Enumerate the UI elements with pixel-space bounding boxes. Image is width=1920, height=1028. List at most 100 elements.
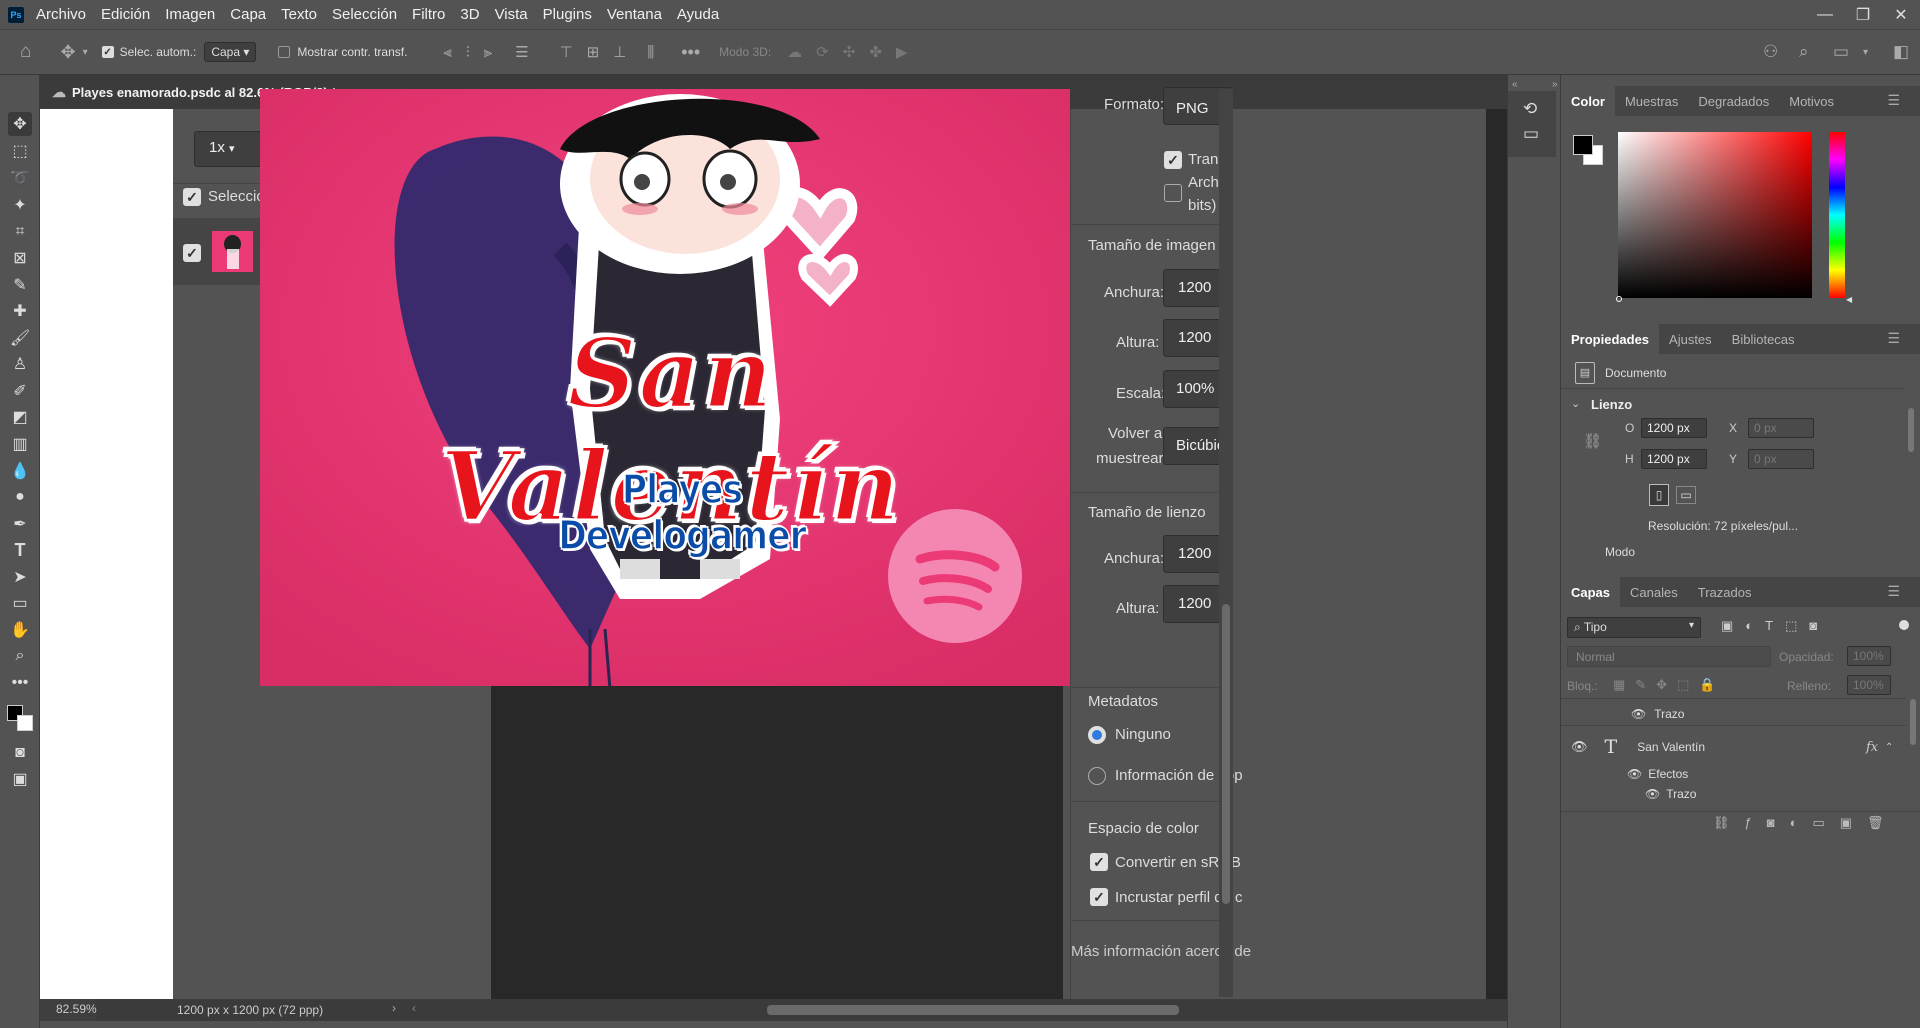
more-tools-icon[interactable]: •••: [8, 671, 32, 695]
convert-srgb-checkbox[interactable]: ✓: [1090, 853, 1108, 871]
comments-icon[interactable]: ▭: [1523, 124, 1539, 144]
status-chevron-icon[interactable]: ›: [392, 1001, 396, 1015]
landscape-orientation-icon[interactable]: ▭: [1676, 486, 1696, 504]
menu-3d[interactable]: 3D: [460, 6, 479, 23]
export-settings-scrollbar[interactable]: [1219, 89, 1233, 997]
chevron-up-icon[interactable]: ⌃: [1885, 742, 1893, 753]
hand-tool-icon[interactable]: ✋: [8, 618, 32, 642]
eraser-tool-icon[interactable]: ◩: [8, 405, 32, 429]
show-transform-checkbox[interactable]: [278, 46, 291, 58]
menu-vista[interactable]: Vista: [495, 6, 528, 23]
effects-fx-icon[interactable]: fx: [1866, 740, 1878, 755]
path-selection-tool-icon[interactable]: ➤: [8, 565, 32, 589]
collapse-panel-icon[interactable]: «: [1512, 79, 1518, 90]
select-all-checkbox[interactable]: ✓: [183, 188, 201, 206]
menu-capa[interactable]: Capa: [230, 6, 266, 23]
layer-row[interactable]: 👁 Trazo: [1561, 707, 1906, 721]
x-field[interactable]: 0 px: [1748, 418, 1814, 438]
portrait-orientation-icon[interactable]: ▯: [1649, 484, 1669, 506]
history-icon[interactable]: ⟲: [1523, 99, 1537, 119]
layer-row[interactable]: 👁 Trazo: [1561, 787, 1906, 801]
panel-menu-icon[interactable]: ☰: [1877, 92, 1910, 109]
smaller-file-checkbox[interactable]: [1164, 184, 1182, 202]
canvas-height-field[interactable]: 1200 px: [1641, 449, 1707, 469]
color-picker-field[interactable]: [1618, 132, 1812, 298]
filter-toggle-icon[interactable]: [1899, 620, 1909, 630]
history-brush-tool-icon[interactable]: ✐: [8, 379, 32, 403]
asset-checkbox[interactable]: ✓: [183, 244, 201, 262]
move-tool-icon[interactable]: ✥: [8, 112, 32, 136]
search-icon[interactable]: ⌕: [1799, 42, 1809, 62]
tab-capas[interactable]: Capas: [1561, 577, 1621, 607]
move-tool-icon[interactable]: ✥: [60, 42, 75, 63]
opacity-field[interactable]: 100%: [1847, 646, 1891, 666]
expand-panel-icon[interactable]: »: [1552, 79, 1558, 90]
layers-footer-icons[interactable]: ⛓ƒ◙◐▭▣🗑: [1561, 811, 1920, 837]
align-top-icon[interactable]: ⊤: [560, 43, 573, 61]
slide-3d-icon[interactable]: ✤: [869, 43, 882, 61]
asset-row[interactable]: ✓: [173, 218, 260, 285]
layer-filter-dropdown[interactable]: ⌕ Tipo ▾: [1567, 617, 1701, 638]
dodge-tool-icon[interactable]: ●: [8, 485, 32, 509]
link-icon[interactable]: ⛓: [1583, 432, 1602, 450]
panel-menu-icon[interactable]: ☰: [1877, 583, 1910, 600]
orbit-3d-icon[interactable]: ☁: [787, 43, 802, 61]
workspace-icon[interactable]: ▭: [1833, 42, 1849, 62]
chevron-down-icon[interactable]: ▾: [83, 47, 88, 58]
workspace-chevron-icon[interactable]: ▾: [1863, 47, 1868, 58]
zoom-tool-icon[interactable]: ⌕: [8, 644, 32, 668]
tab-motivos[interactable]: Motivos: [1779, 94, 1844, 109]
tab-canales[interactable]: Canales: [1620, 585, 1688, 600]
blur-tool-icon[interactable]: 💧: [8, 459, 32, 483]
align-middle-icon[interactable]: ⊞: [587, 43, 600, 61]
menu-ventana[interactable]: Ventana: [607, 6, 662, 23]
transparency-checkbox[interactable]: ✓: [1164, 151, 1182, 169]
auto-select-checkbox[interactable]: ✓: [101, 46, 114, 58]
panel-menu-icon[interactable]: ☰: [1877, 330, 1910, 347]
tab-propiedades[interactable]: Propiedades: [1561, 324, 1660, 354]
metadata-copyright-radio[interactable]: [1088, 767, 1106, 785]
color-picker-cursor[interactable]: [1616, 296, 1622, 302]
scale-dropdown[interactable]: 1x ▾: [194, 131, 264, 167]
align-left-icon[interactable]: ⫷: [443, 44, 451, 61]
properties-scrollbar[interactable]: [1904, 388, 1918, 560]
visibility-eye-icon[interactable]: 👁: [1571, 739, 1588, 755]
background-color-swatch[interactable]: [17, 715, 33, 731]
menu-filtro[interactable]: Filtro: [412, 6, 445, 23]
embed-profile-checkbox[interactable]: ✓: [1090, 888, 1108, 906]
distribute-vertical-icon[interactable]: ⫼: [647, 44, 654, 61]
frame-tool-icon[interactable]: ⊠: [8, 246, 32, 270]
brush-tool-icon[interactable]: 🖌: [8, 326, 32, 350]
pen-tool-icon[interactable]: ✒: [8, 512, 32, 536]
close-button[interactable]: ✕: [1882, 0, 1920, 29]
tab-muestras[interactable]: Muestras: [1615, 94, 1688, 109]
tab-ajustes[interactable]: Ajustes: [1659, 332, 1722, 347]
marquee-tool-icon[interactable]: ⬚: [8, 139, 32, 163]
y-field[interactable]: 0 px: [1748, 449, 1814, 469]
scroll-left-icon[interactable]: ‹: [412, 1001, 416, 1015]
eye-icon[interactable]: 👁: [1631, 707, 1646, 721]
hue-slider-marker-icon[interactable]: ◀: [1846, 295, 1852, 304]
canvas-width-field[interactable]: 1200 px: [1641, 418, 1707, 438]
crop-tool-icon[interactable]: ⌗: [8, 220, 32, 244]
type-tool-icon[interactable]: T: [8, 538, 32, 562]
fill-field[interactable]: 100%: [1847, 675, 1891, 695]
roll-3d-icon[interactable]: ⟳: [816, 43, 829, 61]
lasso-tool-icon[interactable]: ➰: [8, 166, 32, 190]
eye-icon[interactable]: 👁: [1645, 787, 1660, 801]
more-options-icon[interactable]: •••: [681, 42, 700, 63]
layer-row[interactable]: 👁 Efectos: [1561, 767, 1906, 781]
blend-mode-dropdown[interactable]: Normal: [1567, 646, 1771, 667]
quick-mask-icon[interactable]: ◙: [8, 741, 32, 765]
align-bottom-icon[interactable]: ⊥: [613, 43, 626, 61]
menu-plugins[interactable]: Plugins: [543, 6, 592, 23]
drag-3d-icon[interactable]: ✣: [843, 43, 856, 61]
layer-filter-icons[interactable]: ▣◐T⬚◙: [1721, 618, 1829, 634]
hue-slider[interactable]: [1829, 132, 1845, 298]
screen-mode-icon[interactable]: ▣: [8, 767, 32, 791]
panel-icon[interactable]: ◧: [1893, 42, 1909, 62]
menu-texto[interactable]: Texto: [281, 6, 317, 23]
camera-3d-icon[interactable]: ▶: [896, 43, 908, 61]
home-icon[interactable]: ⌂: [20, 41, 31, 63]
fg-swatch[interactable]: [1573, 135, 1593, 155]
